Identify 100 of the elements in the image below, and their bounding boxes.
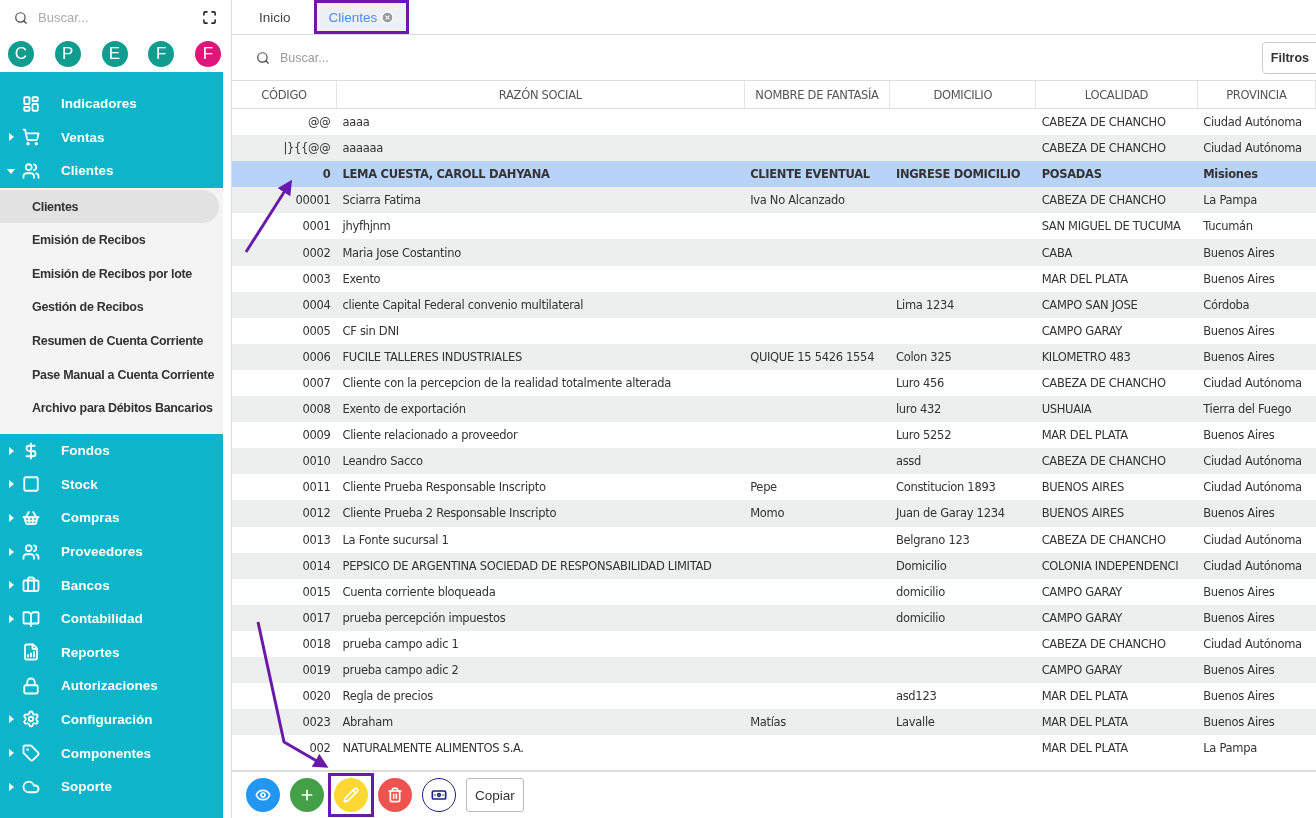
table-cell: Colon 325 xyxy=(895,349,952,364)
table-cell: Pepe xyxy=(750,480,777,495)
filter-button[interactable]: Filtros xyxy=(1261,41,1316,74)
table-cell: 0018 xyxy=(302,636,331,651)
table-row[interactable]: 0014 PEPSICO DE ARGENTINA SOCIEDAD DE RESPONSABILIDAD LIMITAD Domicilio COLONIA INDEPENDENCI Ciudad Autónoma xyxy=(232,552,1316,579)
table-cell: 0015 xyxy=(302,584,331,599)
column-header[interactable]: CÓDIGO xyxy=(232,81,337,109)
submenu-item[interactable]: Archivo para Débitos Bancarios xyxy=(0,391,219,425)
table-cell: Momo xyxy=(750,506,785,521)
delete-button[interactable] xyxy=(378,778,412,812)
dashboard-icon xyxy=(22,94,40,113)
search-field[interactable]: Buscar... xyxy=(36,9,194,26)
payment-button[interactable] xyxy=(422,778,456,812)
table-row[interactable]: |}{{@@ aaaaaa CABEZA DE CHANCHO Ciudad Autónoma xyxy=(232,135,1316,162)
column-header[interactable]: NOMBRE DE FANTASÍA xyxy=(744,81,890,109)
submenu-item[interactable]: Emisión de Recibos por lote xyxy=(0,256,219,291)
column-header[interactable]: RAZÓN SOCIAL xyxy=(336,81,745,109)
add-button[interactable] xyxy=(290,778,324,812)
table-cell: Iva No Alcanzado xyxy=(750,193,845,208)
table-row[interactable]: 0011 Cliente Prueba Responsable Inscripto Pepe Constitucion 1893 BUENOS AIRES Ciudad Autónoma xyxy=(232,474,1316,501)
table-cell: CABEZA DE CHANCHO xyxy=(1041,636,1166,651)
table-row[interactable]: 00001 Sciarra Fatima Iva No Alcanzado CABEZA DE CHANCHO La Pampa xyxy=(232,187,1316,214)
table-row[interactable]: 0023 Abraham Matías Lavalle MAR DEL PLATA Buenos Aires xyxy=(232,709,1316,736)
table-cell: CABEZA DE CHANCHO xyxy=(1041,141,1166,156)
copy-button[interactable]: Copiar xyxy=(466,778,524,812)
table-cell: Buenos Aires xyxy=(1203,323,1275,338)
table-cell: MAR DEL PLATA xyxy=(1041,715,1128,730)
table-cell: CABEZA DE CHANCHO xyxy=(1041,532,1166,547)
table-cell: prueba percepción impuestos xyxy=(342,610,506,625)
table-cell: Buenos Aires xyxy=(1203,271,1275,286)
table-row[interactable]: 0 LEMA CUESTA, CAROLL DAHYANA CLIENTE EVENTUAL INGRESE DOMICILIO POSADAS Misiones xyxy=(232,161,1316,188)
table-row[interactable]: 0003 Exento MAR DEL PLATA Buenos Aires xyxy=(232,265,1316,292)
table-cell: Ciudad Autónoma xyxy=(1203,376,1302,390)
submenu-item[interactable]: Resumen de Cuenta Corriente xyxy=(0,324,219,358)
table-cell: Cuenta corriente bloqueada xyxy=(342,584,496,599)
submenu-item[interactable]: Pase Manual a Cuenta Corriente xyxy=(0,357,219,392)
table-cell: CLIENTE EVENTUAL xyxy=(750,167,870,182)
submenu-item[interactable]: Gestión de Recibos xyxy=(0,290,219,325)
table-row[interactable]: 0019 prueba campo adic 2 CAMPO GARAY Buenos Aires xyxy=(232,656,1316,684)
table-cell: BUENOS AIRES xyxy=(1041,506,1125,521)
submenu-item[interactable]: Clientes xyxy=(0,189,219,224)
table-cell: CABEZA DE CHANCHO xyxy=(1041,376,1166,390)
fullscreen-icon[interactable] xyxy=(202,10,217,25)
table-row[interactable]: 0013 La Fonte sucursal 1 Belgrano 123 CABEZA DE CHANCHO Ciudad Autónoma xyxy=(232,526,1316,553)
table-cell: 0019 xyxy=(302,663,331,677)
table-cell: 0013 xyxy=(302,532,331,547)
table-row[interactable]: 0010 Leandro Sacco assd CABEZA DE CHANCHO Ciudad Autónoma xyxy=(232,448,1316,475)
table-row[interactable]: 0008 Exento de exportación luro 432 USHUAIA Tierra del Fuego xyxy=(232,396,1316,423)
table-cell: CAMPO GARAY xyxy=(1041,323,1123,338)
table-cell: POSADAS xyxy=(1041,167,1102,182)
table-cell: 0012 xyxy=(302,506,331,521)
view-button[interactable] xyxy=(246,778,280,812)
table-cell: NATURALMENTE ALIMENTOS S.A. xyxy=(342,741,524,756)
table-cell: 0020 xyxy=(302,689,331,704)
gears-icon xyxy=(22,710,40,729)
square-icon xyxy=(22,475,40,494)
column-header[interactable]: PROVINCIA xyxy=(1197,81,1316,109)
table-cell: MAR DEL PLATA xyxy=(1041,741,1128,756)
close-icon[interactable] xyxy=(381,10,395,24)
table-row[interactable]: 0015 Cuenta corriente bloqueada domicilio CAMPO GARAY Buenos Aires xyxy=(232,578,1316,605)
table-row[interactable]: 0001 jhyfhjnm SAN MIGUEL DE TUCUMA Tucumán xyxy=(232,213,1316,240)
table-cell: Exento xyxy=(342,271,381,286)
table-row[interactable]: 0009 Cliente relacionado a proveedor Luro 5252 MAR DEL PLATA Buenos Aires xyxy=(232,422,1316,449)
table-row[interactable]: @@ aaaa CABEZA DE CHANCHO Ciudad Autónoma xyxy=(232,108,1316,136)
table-cell: 00001 xyxy=(295,193,331,208)
table-cell: MAR DEL PLATA xyxy=(1041,689,1128,704)
table-cell: 0001 xyxy=(302,219,331,234)
search-icon xyxy=(256,50,270,65)
table-cell: La Pampa xyxy=(1203,193,1257,208)
table-cell: Exento de exportación xyxy=(342,402,466,417)
table-row[interactable]: 0012 Cliente Prueba 2 Responsable Inscripto Momo Juan de Garay 1234 BUENOS AIRES Buenos Aires xyxy=(232,500,1316,527)
tab[interactable]: Inicio xyxy=(244,0,306,34)
table-cell: CABEZA DE CHANCHO xyxy=(1041,115,1166,130)
table-cell: SAN MIGUEL DE TUCUMA xyxy=(1041,219,1181,234)
table-cell: Matías xyxy=(750,715,787,730)
table-row[interactable]: 0005 CF sin DNI CAMPO GARAY Buenos Aires xyxy=(232,317,1316,344)
column-header[interactable]: LOCALIDAD xyxy=(1035,81,1198,109)
table-cell: |}{{@@ xyxy=(283,141,331,156)
table-cell: CAMPO GARAY xyxy=(1041,663,1123,677)
avatar[interactable]: F xyxy=(195,40,221,67)
submenu-item[interactable]: Emisión de Recibos xyxy=(0,223,219,257)
table-cell: Luro 5252 xyxy=(895,428,952,443)
table-cell: 0004 xyxy=(302,297,331,312)
table-cell: Cliente Prueba Responsable Inscripto xyxy=(342,480,546,495)
table-row[interactable]: 0018 prueba campo adic 1 CABEZA DE CHANCHO Ciudad Autónoma xyxy=(232,630,1316,657)
table-row[interactable]: 0020 Regla de precios asd123 MAR DEL PLATA Buenos Aires xyxy=(232,683,1316,710)
table-cell: PEPSICO DE ARGENTINA SOCIEDAD DE RESPONSABILIDAD LIMITAD xyxy=(342,558,712,573)
column-header[interactable]: DOMICILIO xyxy=(889,81,1036,109)
table-row[interactable]: 0017 prueba percepción impuestos domicilio CAMPO GARAY Buenos Aires xyxy=(232,604,1316,631)
table-cell: 002 xyxy=(309,741,331,756)
trash-icon xyxy=(387,787,403,803)
people-icon xyxy=(22,162,40,180)
table-row[interactable]: 0007 Cliente con la percepcion de la realidad totalmente alterada Luro 456 CABEZA DE CHANCHO Ciudad Autónoma xyxy=(232,369,1316,397)
table-cell: cliente Capital Federal convenio multilateral xyxy=(342,297,584,312)
tag-icon xyxy=(22,744,40,763)
table-cell: QUIQUE 15 5426 1554 xyxy=(750,349,875,364)
table-row[interactable]: 0006 FUCILE TALLERES INDUSTRIALES QUIQUE 15 5426 1554 Colon 325 KILOMETRO 483 Buenos Aires xyxy=(232,343,1316,370)
table-cell: Cliente con la percepcion de la realidad totalmente alterada xyxy=(342,376,672,390)
table-cell: domicilio xyxy=(895,584,945,599)
table-cell: CABA xyxy=(1041,245,1073,260)
